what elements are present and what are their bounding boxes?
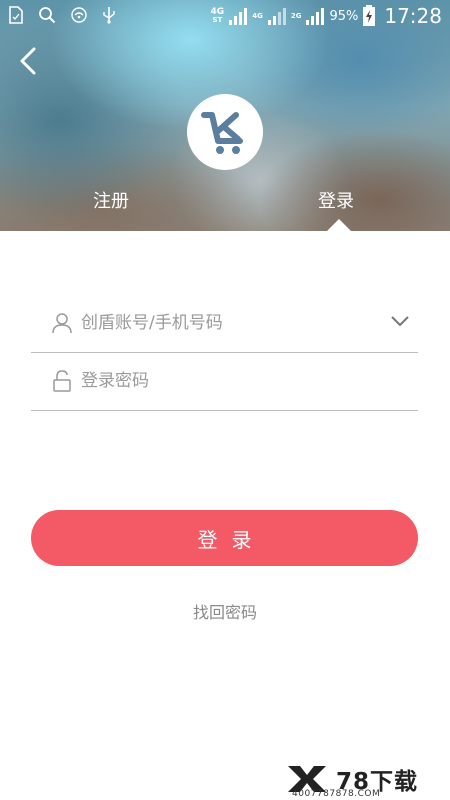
status-bar: 4G ST 4G 2G 95% 17:28	[0, 0, 450, 32]
account-input[interactable]	[81, 310, 371, 336]
login-button[interactable]: 登录	[31, 510, 418, 566]
account-field	[31, 294, 418, 353]
back-arrow-icon[interactable]	[16, 46, 42, 76]
header-banner: 4G ST 4G 2G 95% 17:28 注册 登录	[0, 0, 450, 231]
app-logo	[187, 94, 263, 170]
network-type-3: 2G	[290, 12, 302, 20]
watermark-url: 4007787878.COM	[292, 789, 381, 799]
tab-register[interactable]: 注册	[93, 187, 129, 213]
clock: 17:28	[384, 4, 442, 28]
signal-icon	[229, 8, 248, 25]
sim-card-icon	[9, 6, 23, 24]
password-field	[31, 352, 418, 411]
user-icon	[52, 313, 72, 334]
battery-charging-icon	[363, 5, 376, 26]
cart-k-logo-icon	[201, 112, 243, 154]
app-notification-icon	[71, 7, 87, 23]
chevron-down-icon[interactable]	[390, 314, 410, 328]
usb-icon	[103, 7, 115, 24]
password-input[interactable]	[81, 368, 371, 394]
lock-icon	[53, 370, 71, 392]
signal-icon	[306, 8, 325, 25]
tab-login[interactable]: 登录	[318, 187, 354, 213]
signal-icon	[267, 8, 286, 25]
network-type-1: 4G ST	[210, 7, 225, 25]
battery-percent: 95%	[329, 8, 359, 24]
search-icon	[39, 7, 56, 24]
network-type-2: 4G	[252, 12, 263, 20]
forgot-password-link[interactable]: 找回密码	[0, 599, 450, 623]
watermark: 78下载 4007787878.COM	[286, 762, 446, 800]
active-tab-indicator	[327, 219, 351, 231]
